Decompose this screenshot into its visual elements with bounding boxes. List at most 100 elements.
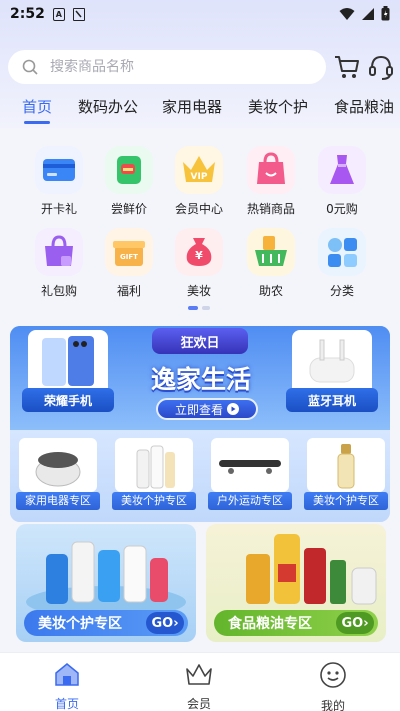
page-dot [202,306,210,310]
dress-icon [318,146,366,194]
beauty-products-image [26,541,186,614]
category-fresh-price[interactable]: 尝鲜价 [94,146,164,217]
banner-ribbon: 狂欢日 [152,328,248,354]
promo-food-label-bar: 食品粮油专区 GO › [214,610,378,636]
play-icon [227,403,239,415]
money-bag-icon: ¥ [175,228,223,276]
view-now-button[interactable]: 立即查看 [156,398,258,420]
category-label: 分类 [329,284,354,298]
go-text: GO [151,615,174,631]
gift-bag-icon [35,228,83,276]
gift-text: GIFT [120,253,138,261]
search-box[interactable] [8,50,326,84]
status-time: 2:52 [10,6,45,22]
category-welfare[interactable]: GIFT 福利 [94,228,164,299]
promo-beauty-care[interactable]: 美妆个护专区 GO › [16,524,196,642]
promo-food-label: 食品粮油专区 [228,616,312,632]
shampoo-image [115,438,193,492]
zone-beauty-care-1[interactable]: 美妆个护专区 [112,438,196,510]
zone-label: 美妆个护专区 [304,492,388,510]
promo-beauty-label: 美妆个护专区 [38,616,122,632]
tabbar-label: 我的 [320,699,345,711]
go-text: GO [341,615,364,631]
view-now-label: 立即查看 [174,402,223,417]
cart-icon[interactable] [334,54,360,80]
category-beauty[interactable]: ¥ 美妆 [164,228,234,299]
earbuds-image [309,339,355,383]
category-label: 热销商品 [246,202,295,216]
tab-food-grain[interactable]: 食品粮油 [334,96,394,117]
promo-beauty-label-bar: 美妆个护专区 GO › [24,610,188,636]
customer-service-icon[interactable] [368,54,394,80]
yen-text: ¥ [195,249,203,262]
category-member-center[interactable]: VIP 会员中心 [164,146,234,217]
grid-icon [318,228,366,276]
grain-oil-image [246,534,377,605]
category-label: 会员中心 [174,202,223,216]
tabbar-home[interactable]: 首页 [32,661,102,711]
category-tabs: 首页 数码办公 家用电器 美妆个护 食品粮油 [0,96,400,126]
rice-cooker-image [19,438,97,492]
basket-icon [247,228,295,276]
bottom-tab-bar: 首页 会员 我的 [0,652,400,711]
tab-home[interactable]: 首页 [22,96,52,117]
zone-label: 户外运动专区 [208,492,292,510]
go-button[interactable]: GO › [146,612,184,634]
phone-label: 荣耀手机 [22,388,114,412]
zone-beauty-care-2[interactable]: 美妆个护专区 [304,438,388,510]
credit-card-icon [35,146,83,194]
category-label: 开卡礼 [40,202,77,216]
tab-home-appliances[interactable]: 家用电器 [162,96,222,117]
fresh-bag-icon [105,146,153,194]
notification-a-icon: A [52,7,65,21]
category-label: 尝鲜价 [110,202,147,216]
category-classify[interactable]: 分类 [307,228,377,299]
signal-icon [362,7,374,20]
page-dot-active [188,306,198,310]
vip-text: VIP [191,172,208,182]
category-label: 礼包购 [40,284,77,298]
earbuds-label: 蓝牙耳机 [286,388,378,412]
status-bar: 2:52 A [0,0,400,28]
tabbar-mine[interactable]: 我的 [298,661,368,711]
status-right [339,6,390,21]
serum-image [307,438,385,492]
zone-label: 美妆个护专区 [112,492,196,510]
notification-sim-icon [72,7,85,21]
category-label: 0元购 [326,202,358,216]
banner-headline: 逸家生活 [150,365,251,394]
chevron-right-icon: › [173,615,179,631]
home-icon [55,663,79,686]
tabbar-label: 会员 [186,697,211,711]
category-zero-buy[interactable]: 0元购 [307,146,377,217]
promo-food-grain[interactable]: 食品粮油专区 GO › [206,524,386,642]
zone-outdoor-sports[interactable]: 户外运动专区 [208,438,292,510]
skateboard-image [211,438,289,492]
category-hot-items[interactable]: 热销商品 [236,146,306,217]
vip-crown-icon: VIP [175,146,223,194]
gift-box-icon: GIFT [105,228,153,276]
tab-indicator [24,121,50,124]
wifi-icon [339,7,355,20]
crown-icon [186,664,212,685]
category-farm-aid[interactable]: 助农 [236,228,306,299]
promo-banner[interactable]: 荣耀手机 蓝牙耳机 狂欢日 逸家生活 立即查看 家用电器专区 美妆个护专区 户外… [10,326,390,522]
zone-home-appliances[interactable]: 家用电器专区 [16,438,100,510]
hot-bag-icon [247,146,295,194]
category-label: 福利 [116,284,141,298]
smile-icon [320,662,346,688]
search-input[interactable] [50,59,290,75]
go-button[interactable]: GO › [336,612,374,634]
tab-beauty-care[interactable]: 美妆个护 [248,96,308,117]
tab-digital-office[interactable]: 数码办公 [78,96,138,117]
tabbar-label: 首页 [54,697,79,711]
category-open-card[interactable]: 开卡礼 [24,146,94,217]
tabbar-member[interactable]: 会员 [164,661,234,711]
category-label: 美妆 [186,284,211,298]
chevron-right-icon: › [363,615,369,631]
search-icon [22,59,38,75]
zone-label: 家用电器专区 [16,492,100,510]
category-label: 助农 [258,284,283,298]
category-gift-pack[interactable]: 礼包购 [24,228,94,299]
page-indicator [188,306,210,310]
